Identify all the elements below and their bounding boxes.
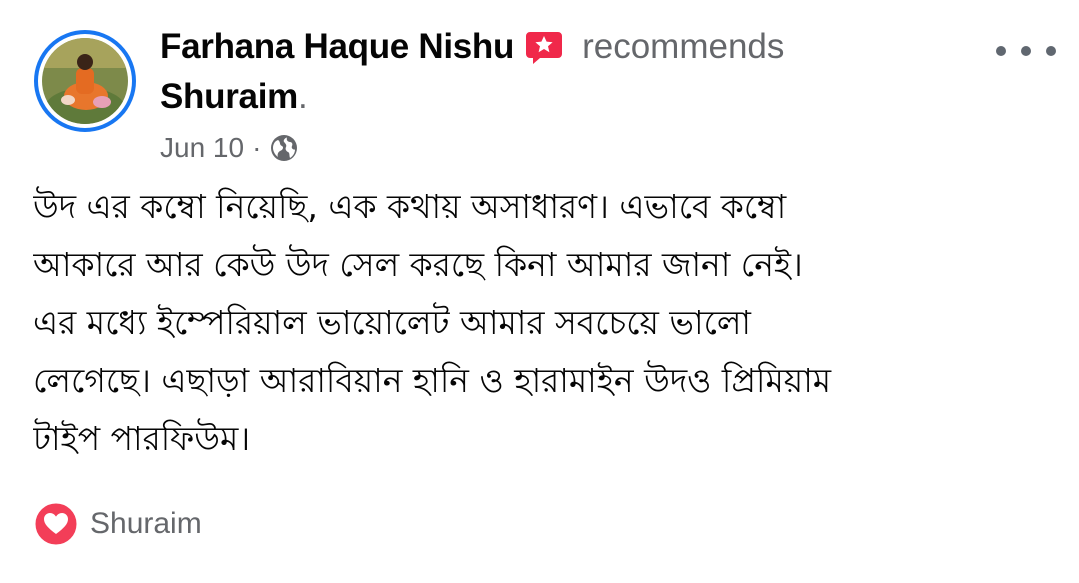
post-body: উদ এর কম্বো নিয়েছি, এক কথায় অসাধারণ। এ… xyxy=(33,178,1053,468)
period: . xyxy=(297,77,308,116)
globe-icon[interactable] xyxy=(269,133,299,163)
author-avatar[interactable] xyxy=(34,30,136,132)
post-body-line: আকারে আর কেউ উদ সেল করছে কিনা আমার জানা … xyxy=(33,245,803,284)
post-body-line: এর মধ্যে ইম্পেরিয়াল ভায়োলেট আমার সবচেয… xyxy=(33,303,752,342)
love-reaction-icon xyxy=(34,502,78,546)
meta-separator: · xyxy=(252,132,262,163)
post-meta: Jun 10 · xyxy=(160,130,299,166)
post-body-line: লেগেছে। এছাড়া আরাবিয়ান হানি ও হারামাইন… xyxy=(33,361,832,400)
recommendation-post: Farhana Haque Nishu recommends Shuraim. … xyxy=(0,0,1079,583)
reaction-name: Shuraim xyxy=(90,507,202,540)
reaction-summary[interactable]: Shuraim xyxy=(34,502,202,546)
more-options-icon[interactable] xyxy=(996,36,1056,66)
recommended-page-line: Shuraim. xyxy=(160,74,308,120)
more-dot xyxy=(1021,46,1031,56)
author-name[interactable]: Farhana Haque Nishu xyxy=(160,27,514,67)
recommended-page-name[interactable]: Shuraim xyxy=(160,77,298,117)
avatar-photo xyxy=(42,38,128,124)
post-body-line: টাইপ পারফিউম। xyxy=(33,419,251,458)
more-dot xyxy=(996,46,1006,56)
post-header-line: Farhana Haque Nishu recommends xyxy=(160,24,784,70)
more-dot xyxy=(1046,46,1056,56)
post-date[interactable]: Jun 10 xyxy=(160,132,244,164)
recommends-label: recommends xyxy=(582,27,785,66)
recommend-star-icon xyxy=(524,27,564,67)
post-body-line: উদ এর কম্বো নিয়েছি, এক কথায় অসাধারণ। এ… xyxy=(33,187,787,226)
